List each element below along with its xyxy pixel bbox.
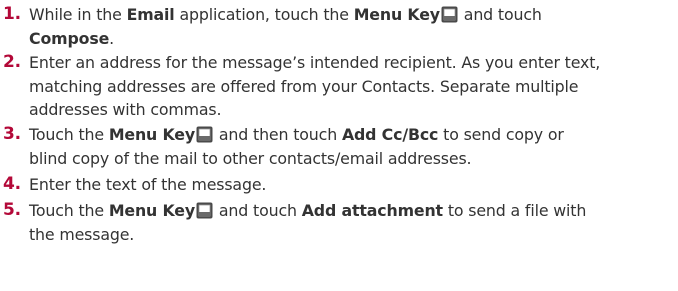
step-line: Compose. xyxy=(29,27,542,51)
step-text: addresses with commas. xyxy=(29,100,222,119)
step-text: to send copy or xyxy=(438,125,564,144)
step-body: Touch the Menu Key and then touch Add Cc… xyxy=(29,123,564,170)
step-text: the message. xyxy=(29,224,135,244)
step-line: blind copy of the mail to other contacts… xyxy=(29,147,564,171)
step-line: Enter an address for the message’s inten… xyxy=(29,51,600,75)
bold-term: Add Cc/Bcc xyxy=(341,125,439,144)
menu-key-icon xyxy=(441,6,458,23)
step-text: and then touch xyxy=(214,125,342,144)
bold-term: Add attachment xyxy=(301,201,443,220)
step-line: Touch the Menu Key and then touch Add Cc… xyxy=(29,123,564,147)
step-body: Touch the Menu Key and touch Add attachm… xyxy=(29,199,586,246)
step-line: While in the Email application, touch th… xyxy=(29,3,542,27)
step-text: Touch the xyxy=(29,201,109,220)
step-number: 2. xyxy=(3,52,21,72)
step-text: Enter the text of the message. xyxy=(29,175,267,194)
step-text: Enter an address for the message’s inten… xyxy=(29,53,601,72)
step-line: Enter the text of the message. xyxy=(29,173,266,197)
menu-key-icon xyxy=(196,126,213,143)
step-line: the message. xyxy=(29,223,586,247)
step-body: Enter an address for the message’s inten… xyxy=(29,51,600,122)
bold-term: Menu Key xyxy=(353,5,440,24)
step-text: Touch the xyxy=(29,125,109,144)
bold-term: Menu Key xyxy=(108,125,196,144)
bold-term: Email xyxy=(126,5,175,24)
step-line: matching addresses are offered from your… xyxy=(29,75,600,99)
step-text: . xyxy=(109,28,115,48)
step-line: addresses with commas. xyxy=(29,98,600,122)
bold-term: Compose xyxy=(29,28,110,48)
instruction-steps: 1. While in the Email application, touch… xyxy=(0,0,678,291)
step-body: While in the Email application, touch th… xyxy=(29,3,542,50)
step-text: to send a file with xyxy=(442,201,587,220)
step-text: and touch xyxy=(458,5,542,24)
menu-key-icon xyxy=(196,202,213,219)
step-text: application, touch the xyxy=(174,5,354,24)
step-text: blind copy of the mail to other contacts… xyxy=(29,148,472,168)
step-number: 1. xyxy=(3,4,21,24)
step-text: matching addresses are offered from your… xyxy=(29,76,579,96)
step-number: 4. xyxy=(3,174,21,194)
step-number: 5. xyxy=(3,200,21,220)
step-number: 3. xyxy=(3,124,21,144)
step-text: While in the xyxy=(29,5,127,24)
step-line: Touch the Menu Key and touch Add attachm… xyxy=(29,199,586,223)
bold-term: Menu Key xyxy=(108,201,196,220)
step-text: and touch xyxy=(214,201,302,220)
step-body: Enter the text of the message. xyxy=(29,173,266,197)
